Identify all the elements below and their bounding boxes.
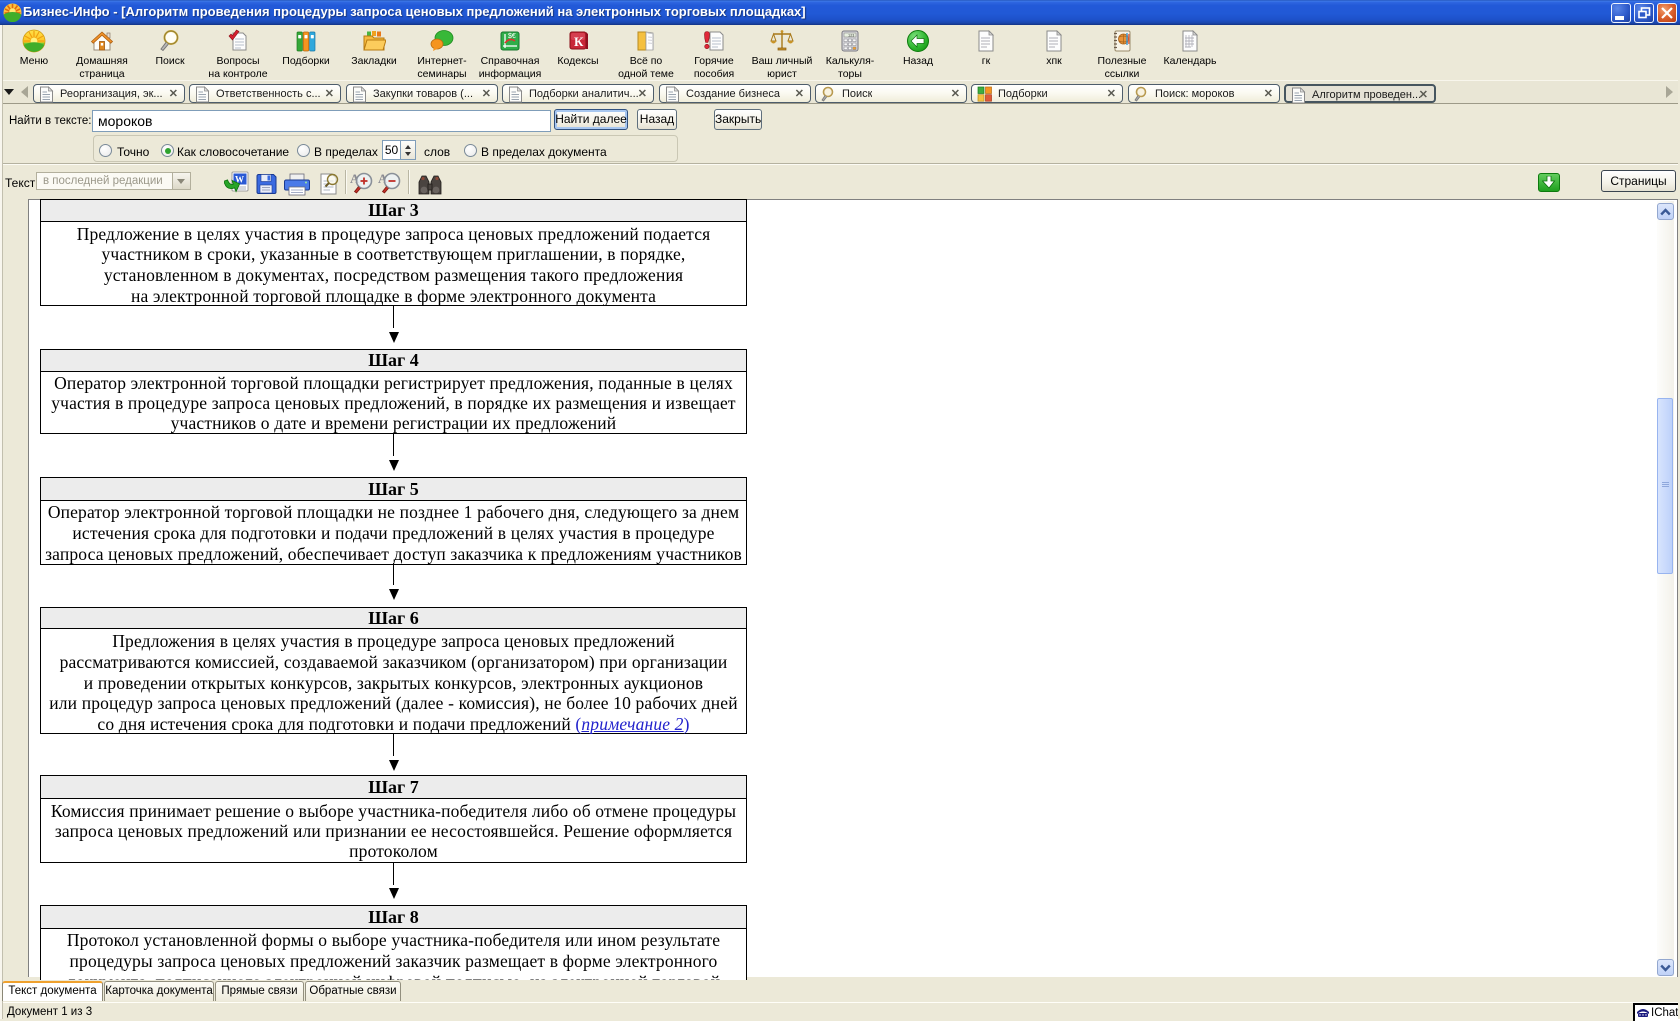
svg-text:К: К: [574, 34, 584, 49]
svg-text:$€: $€: [508, 33, 516, 40]
svg-text:123: 123: [848, 34, 854, 38]
